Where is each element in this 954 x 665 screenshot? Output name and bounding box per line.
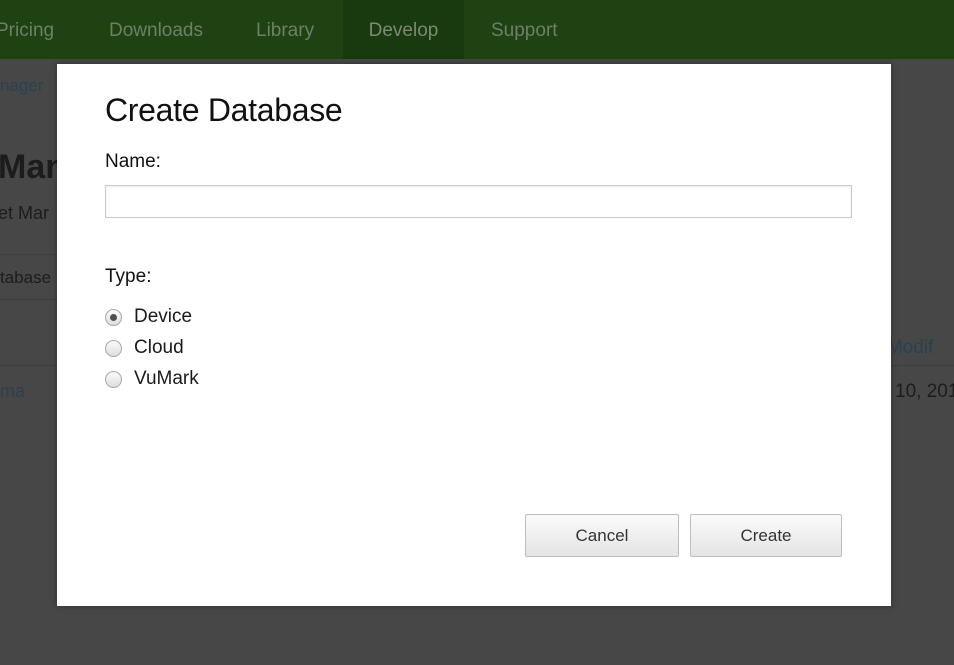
page: Pricing Downloads Library Develop Suppor… [0, 0, 954, 665]
dialog-title: Create Database [105, 92, 343, 128]
table-divider-right [891, 365, 954, 366]
type-option-device[interactable]: Device [105, 305, 192, 329]
nav-item-develop[interactable]: Develop [343, 0, 464, 59]
radio-cloud[interactable] [105, 339, 122, 357]
radio-selected-dot-icon [110, 313, 117, 321]
radio-vumark[interactable] [105, 370, 122, 388]
type-option-device-label: Device [134, 306, 193, 327]
name-input[interactable] [105, 185, 852, 218]
top-nav: Pricing Downloads Library Develop Suppor… [0, 0, 954, 59]
table-divider [0, 365, 62, 366]
radio-device[interactable] [105, 308, 122, 326]
nav-item-library[interactable]: Library [256, 0, 314, 59]
type-label: Type: [105, 266, 152, 287]
cancel-button[interactable]: Cancel [525, 514, 679, 557]
table-row-name[interactable]: ma [0, 381, 25, 402]
breadcrumb[interactable]: nager [0, 76, 43, 96]
type-option-cloud-label: Cloud [134, 337, 184, 358]
type-option-vumark-label: VuMark [134, 368, 199, 389]
nav-item-pricing[interactable]: Pricing [0, 0, 54, 59]
name-label: Name: [105, 151, 161, 172]
page-subtitle: et Mar [0, 203, 50, 223]
create-database-dialog: Create Database Name: Type: Device Cloud… [57, 64, 891, 606]
create-button[interactable]: Create [690, 514, 842, 557]
table-row-date: 10, 201 [895, 381, 954, 402]
nav-item-support[interactable]: Support [491, 0, 558, 59]
type-option-vumark[interactable]: VuMark [105, 367, 199, 391]
type-option-cloud[interactable]: Cloud [105, 336, 184, 360]
tab-database-label: tabase [0, 268, 52, 287]
nav-item-downloads[interactable]: Downloads [109, 0, 203, 59]
